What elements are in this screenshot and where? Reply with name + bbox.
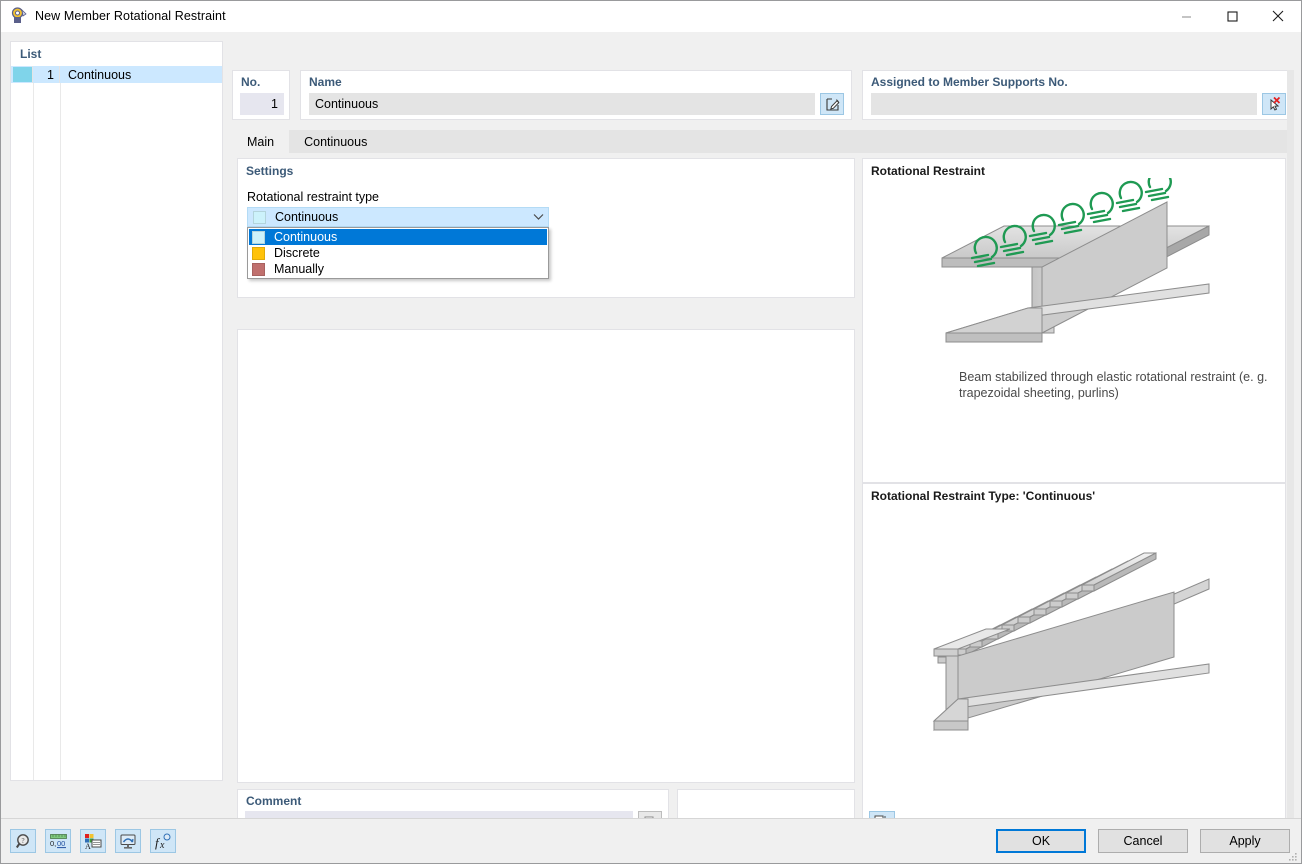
cancel-button[interactable]: Cancel — [1098, 829, 1188, 853]
list-item-label: Continuous — [60, 68, 131, 82]
fx-icon[interactable]: f x — [150, 829, 176, 853]
restraint-type-title: Rotational Restraint Type: 'Continuous' — [863, 484, 1285, 503]
preview-title: Rotational Restraint — [863, 159, 1285, 178]
rotational-restraint-type-select[interactable]: Continuous — [247, 207, 549, 227]
i-beam-with-rotational-springs-illustration — [863, 178, 1285, 363]
number-input[interactable] — [240, 93, 284, 115]
window-title: New Member Rotational Restraint — [35, 9, 1163, 23]
view-monitor-icon[interactable] — [115, 829, 141, 853]
rotational-restraint-preview-panel: Rotational Restraint — [862, 158, 1286, 483]
svg-text:00: 00 — [57, 839, 65, 848]
name-field-label: Name — [301, 71, 851, 89]
rotational-restraint-type-dropdown-list: Continuous Discrete Manually — [247, 227, 549, 279]
number-field-panel: No. — [232, 70, 290, 120]
preview-caption: Beam stabilized through elastic rotation… — [863, 363, 1285, 401]
name-field-panel: Name — [300, 70, 852, 120]
dropdown-option-discrete[interactable]: Discrete — [249, 245, 547, 261]
dropdown-option-label: Continuous — [274, 230, 337, 244]
rotational-restraint-type-combo: Continuous Continuous Discrete — [247, 207, 549, 227]
assigned-supports-label: Assigned to Member Supports No. — [863, 71, 1293, 89]
minimize-button[interactable] — [1163, 1, 1209, 31]
dropdown-option-label: Manually — [274, 262, 324, 276]
list-header: List — [11, 42, 222, 66]
number-field-label: No. — [233, 71, 289, 89]
svg-text:A: A — [85, 842, 91, 850]
selected-color-swatch — [253, 211, 266, 224]
dialog-buttons: OK Cancel Apply — [984, 829, 1290, 853]
select-objects-icon[interactable] — [1262, 93, 1286, 115]
apply-button[interactable]: Apply — [1200, 829, 1290, 853]
edit-pencil-icon[interactable] — [820, 93, 844, 115]
dialog-body: List 1 Continuous — [1, 32, 1301, 818]
tab-bar: Main Continuous — [232, 130, 1294, 153]
magnifier-icon[interactable]: ? — [10, 829, 36, 853]
close-button[interactable] — [1255, 1, 1301, 31]
title-bar: New Member Rotational Restraint — [1, 1, 1301, 32]
list-column-divider — [33, 83, 34, 780]
assigned-supports-panel: Assigned to Member Supports No. — [862, 70, 1294, 120]
svg-text:0,: 0, — [50, 839, 56, 848]
right-scroll-strip[interactable] — [1287, 70, 1294, 837]
list-item-color-swatch — [13, 67, 32, 82]
chevron-down-icon[interactable] — [528, 213, 548, 221]
rotational-restraint-type-label: Rotational restraint type — [238, 178, 854, 207]
footer-tool-icons: ? 0, 00 — [10, 829, 185, 853]
assigned-supports-input[interactable] — [871, 93, 1257, 115]
list-item[interactable]: 1 Continuous — [11, 66, 222, 83]
resize-grip[interactable] — [1288, 851, 1298, 861]
dropdown-option-label: Discrete — [274, 246, 320, 260]
option-color-swatch — [252, 231, 265, 244]
font-display-icon[interactable]: A — [80, 829, 106, 853]
dialog-footer: ? 0, 00 — [1, 818, 1301, 863]
parameters-panel — [237, 329, 855, 783]
ok-button[interactable]: OK — [996, 829, 1086, 853]
rotational-restraint-type-value: Continuous — [275, 210, 528, 224]
maximize-button[interactable] — [1209, 1, 1255, 31]
dropdown-option-continuous[interactable]: Continuous — [249, 229, 547, 245]
svg-text:x: x — [159, 840, 165, 850]
settings-title: Settings — [238, 159, 854, 178]
dropdown-option-manually[interactable]: Manually — [249, 261, 547, 277]
list-column-divider — [60, 83, 61, 780]
i-beam-with-trapezoidal-sheeting-illustration — [863, 503, 1285, 739]
name-input[interactable] — [309, 93, 815, 115]
list-panel: List 1 Continuous — [10, 41, 223, 781]
dialog-window: New Member Rotational Restraint List 1 C… — [0, 0, 1302, 864]
assigned-supports-row — [871, 93, 1286, 115]
list-item-number: 1 — [33, 68, 59, 82]
option-color-swatch — [252, 247, 265, 260]
units-button[interactable]: 0, 00 — [45, 829, 71, 853]
restraint-type-preview-panel: Rotational Restraint Type: 'Continuous' — [862, 483, 1286, 837]
tab-continuous[interactable]: Continuous — [289, 130, 382, 153]
rotational-restraint-icon — [10, 7, 28, 25]
window-controls — [1163, 1, 1301, 31]
settings-panel: Settings Rotational restraint type Conti… — [237, 158, 855, 298]
name-field-row — [309, 93, 844, 115]
option-color-swatch — [252, 263, 265, 276]
comment-label: Comment — [238, 790, 668, 808]
tab-main[interactable]: Main — [232, 130, 289, 153]
svg-text:?: ? — [21, 837, 24, 845]
